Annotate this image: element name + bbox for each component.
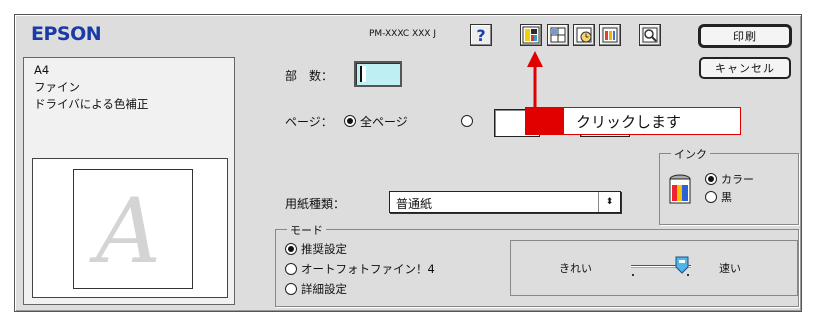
slider-speed-label: 速い [719,262,741,275]
mode-autophoto-label: オートフォトファイン！4 [301,262,435,276]
summary-color-correction: ドライバによる色補正 [34,97,149,111]
print-settings-button[interactable] [599,24,621,46]
brand-logo: EPSON [31,23,102,45]
layout-icon [550,27,566,43]
preview-icon [642,27,658,43]
preview-button[interactable] [639,24,661,46]
ink-black-label: 黒 [721,191,732,204]
help-icon: ? [476,25,486,45]
pages-all-label: 全ページ [360,115,408,129]
mode-custom-radio[interactable] [285,283,297,295]
ink-color-label: カラー [721,173,754,186]
layout-button[interactable] [547,24,569,46]
mode-group-title: モード [287,222,326,238]
ink-color-radio[interactable] [705,173,717,185]
settings-summary-panel: A4 ファイン ドライバによる色補正 A [23,57,235,305]
select-arrows-icon: ⬍ [598,192,620,212]
print-preview-settings-icon [602,27,618,43]
background-print-button[interactable] [573,24,595,46]
slider-thumb[interactable] [674,255,690,275]
mode-custom-label: 詳細設定 [301,282,347,296]
copies-input[interactable]: 1 [354,61,402,87]
annotation-callout: クリックします [525,107,741,135]
media-type-value: 普通紙 [396,197,433,211]
cancel-button[interactable]: キャンセル [699,57,791,79]
annotation-marker [526,108,564,134]
media-type-select[interactable]: 普通紙 ⬍ [389,191,621,213]
summary-paper-size: A4 [34,63,50,77]
summary-quality: ファイン [34,80,80,94]
copies-caret [360,66,366,82]
preview-letter: A [96,179,161,284]
annotation-text: クリックします [576,113,682,131]
print-button[interactable]: 印刷 [699,25,791,47]
annotation-arrow [527,51,543,109]
media-type-label: 用紙種類： [285,197,346,211]
quality-speed-panel: きれい 速い [510,240,798,296]
slider-quality-label: きれい [559,262,592,275]
print-dialog: EPSON PM-XXXC XXX J ? 印刷 キャンセル A4 ファイン ド… [14,14,802,312]
help-button[interactable]: ? [470,24,492,46]
pages-range-radio[interactable] [461,115,473,127]
mode-recommended-radio[interactable] [285,243,297,255]
ink-cartridge-icon [669,174,691,204]
pages-label: ページ： [285,115,333,129]
ink-group-title: インク [671,146,710,162]
ink-black-radio[interactable] [705,191,717,203]
copies-label: 部 数： [285,69,334,83]
background-print-icon [576,27,592,43]
utility-icon [522,26,540,44]
pages-all-radio[interactable] [344,115,356,127]
mode-autophoto-radio[interactable] [285,263,297,275]
paper-preview: A [32,158,228,298]
paper-sheet: A [73,169,193,289]
printer-model-label: PM-XXXC XXX J [369,29,436,39]
slider-tick-low [632,274,634,276]
mode-recommended-label: 推奨設定 [301,242,347,256]
utility-button[interactable] [520,24,542,46]
